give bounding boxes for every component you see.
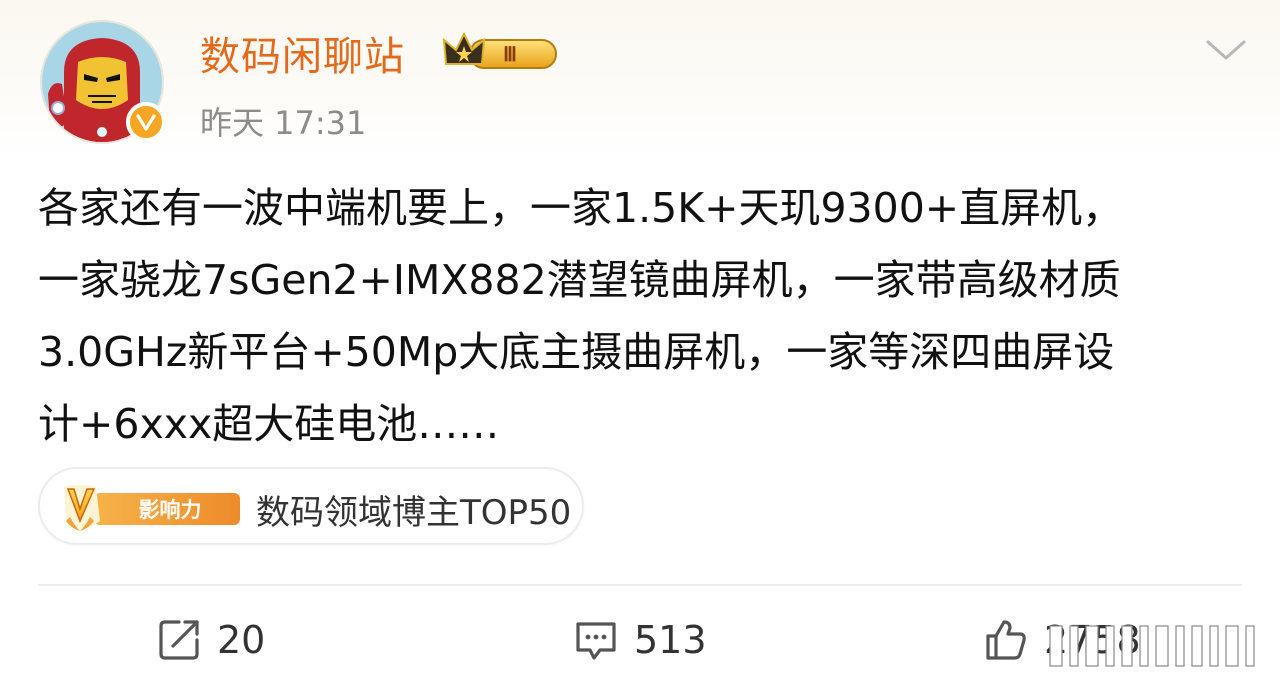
divider [38, 584, 1242, 586]
post-timestamp: 昨天 17:31 [200, 104, 367, 142]
thumbs-up-icon [982, 616, 1030, 664]
comment-icon [572, 616, 620, 664]
vip-crown-badge-icon[interactable]: Ⅲ [440, 30, 560, 74]
vip-level-text: Ⅲ [503, 44, 517, 66]
post-content-line: 计+6xxx超大硅电池…… [38, 400, 500, 448]
repost-button[interactable]: 20 [155, 612, 265, 668]
weibo-post-card: 数码闲聊站 Ⅲ 昨天 17:31 各家还有一波中端机要上，一家1.5K+天玑93… [0, 0, 1280, 695]
author-avatar-container[interactable] [40, 20, 166, 144]
influence-badge-icon: 影响力 [60, 481, 244, 535]
post-content: 各家还有一波中端机要上，一家1.5K+天玑9300+直屏机， 一家骁龙7sGen… [38, 172, 1238, 460]
comment-button[interactable]: 513 [572, 612, 707, 668]
watermark-overlay [1048, 622, 1273, 670]
chevron-down-icon[interactable] [1202, 34, 1250, 66]
influence-badge-label: 影响力 [139, 498, 202, 522]
post-content-line: 一家骁龙7sGen2+IMX882潜望镜曲屏机，一家带高级材质 [38, 256, 1121, 304]
author-name[interactable]: 数码闲聊站 [200, 24, 405, 82]
comment-count: 513 [634, 618, 707, 662]
repost-count: 20 [217, 618, 266, 662]
influence-tag-text: 数码领域博主TOP50 [256, 493, 572, 533]
verified-badge-icon [126, 102, 166, 142]
repost-icon [155, 616, 203, 664]
influence-tag[interactable]: 影响力 数码领域博主TOP50 [38, 467, 584, 545]
post-content-line: 各家还有一波中端机要上，一家1.5K+天玑9300+直屏机， [38, 184, 1124, 232]
post-content-line: 3.0GHz新平台+50Mp大底主摄曲屏机，一家等深四曲屏设 [38, 328, 1115, 376]
